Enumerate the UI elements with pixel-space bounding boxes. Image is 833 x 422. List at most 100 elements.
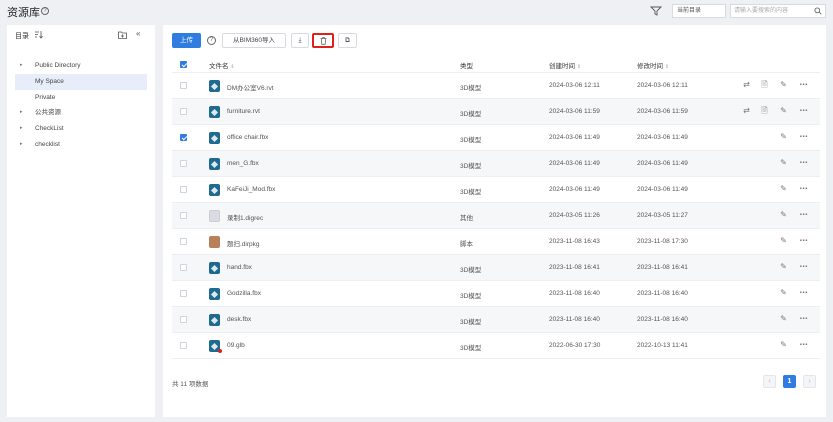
model-icon bbox=[209, 106, 220, 118]
prev-page-button[interactable]: ‹ bbox=[763, 375, 776, 388]
filter-icon[interactable] bbox=[650, 6, 662, 16]
import-bim360-button[interactable]: 从BIM360导入 bbox=[222, 33, 286, 48]
file-name[interactable]: men_G.fbx bbox=[227, 160, 259, 167]
upload-button[interactable]: 上传 bbox=[172, 33, 201, 48]
more-icon[interactable]: ⋯ bbox=[798, 105, 809, 117]
row-checkbox[interactable] bbox=[180, 342, 187, 349]
edit-icon[interactable]: ✎ bbox=[778, 131, 789, 143]
select-all-checkbox[interactable] bbox=[180, 61, 187, 68]
tree-item-checklist-upper[interactable]: ▸ CheckList bbox=[15, 121, 147, 137]
file-name[interactable]: DM办公室V6.rvt bbox=[227, 82, 274, 92]
table-row[interactable]: KaFeiJi_Mod.fbx 3D模型 2024-03-06 11:49 2024-… bbox=[172, 177, 820, 203]
table-row[interactable]: Godzilla.fbx 3D模型 2023-11-08 16:40 2023-11-… bbox=[172, 281, 820, 307]
row-checkbox[interactable] bbox=[180, 264, 187, 271]
expand-arrow-icon[interactable]: ▸ bbox=[20, 121, 23, 137]
edit-icon[interactable]: ✎ bbox=[778, 235, 789, 247]
sync-icon[interactable]: ⇄ bbox=[741, 105, 752, 117]
more-icon[interactable]: ⋯ bbox=[798, 79, 809, 91]
edit-icon[interactable]: ✎ bbox=[778, 287, 789, 299]
file-name[interactable]: furniture.rvt bbox=[227, 108, 260, 115]
row-checkbox[interactable] bbox=[180, 82, 187, 89]
table-row[interactable]: DM办公室V6.rvt 3D模型 2024-03-06 12:11 2024-03-0… bbox=[172, 73, 820, 99]
directory-tree: ▸ Public Directory My Space Private ▸ 公共… bbox=[7, 58, 155, 153]
tree-item-label: 公共资源 bbox=[35, 109, 61, 117]
more-icon[interactable]: ⋯ bbox=[798, 261, 809, 273]
more-icon[interactable]: ⋯ bbox=[798, 339, 809, 351]
edit-icon[interactable]: ✎ bbox=[778, 261, 789, 273]
edit-icon[interactable]: ✎ bbox=[778, 79, 789, 91]
file-name[interactable]: 09.glb bbox=[227, 342, 245, 349]
file-name[interactable]: KaFeiJi_Mod.fbx bbox=[227, 186, 275, 193]
modified-time: 2024-03-06 12:11 bbox=[637, 82, 688, 89]
file-name[interactable]: hand.fbx bbox=[227, 264, 252, 271]
download-button[interactable]: ⤓ bbox=[291, 33, 309, 48]
file-info-icon[interactable]: 🗎 bbox=[759, 105, 770, 117]
header-name[interactable]: 文件名 ⇕ bbox=[209, 60, 235, 70]
more-icon[interactable]: ⋯ bbox=[798, 131, 809, 143]
file-info-icon[interactable]: 🗎 bbox=[759, 79, 770, 91]
page-button-current[interactable]: 1 bbox=[783, 375, 796, 388]
sync-icon[interactable]: ⇄ bbox=[741, 79, 752, 91]
table-row[interactable]: men_G.fbx 3D模型 2024-03-06 11:49 2024-03-06 … bbox=[172, 151, 820, 177]
collapse-sidebar-icon[interactable]: « bbox=[136, 30, 144, 39]
expand-arrow-icon[interactable]: ▸ bbox=[20, 58, 23, 74]
edit-icon[interactable]: ✎ bbox=[778, 157, 789, 169]
more-icon[interactable]: ⋯ bbox=[798, 235, 809, 247]
more-icon[interactable]: ⋯ bbox=[798, 287, 809, 299]
search-icon[interactable] bbox=[814, 7, 822, 15]
expand-arrow-icon[interactable]: ▸ bbox=[20, 105, 23, 121]
file-name[interactable]: 题扫.dirpkg bbox=[227, 238, 260, 248]
help-icon[interactable]: ? bbox=[207, 36, 216, 45]
tree-item-checklist-lower[interactable]: ▸ checklist bbox=[15, 137, 147, 153]
row-actions: ✎ ⋯ bbox=[741, 339, 817, 353]
row-checkbox[interactable] bbox=[180, 108, 187, 115]
row-checkbox[interactable] bbox=[180, 160, 187, 167]
next-page-button[interactable]: › bbox=[803, 375, 816, 388]
tree-item-public-resources[interactable]: ▸ 公共资源 bbox=[15, 105, 147, 121]
table-row[interactable]: furniture.rvt 3D模型 2024-03-06 11:59 2024-03… bbox=[172, 99, 820, 125]
table-row[interactable]: 录制1.digrec 其他 2024-03-05 11:26 2024-03-05 1… bbox=[172, 203, 820, 229]
edit-icon[interactable]: ✎ bbox=[778, 105, 789, 117]
tree-item-public-directory[interactable]: ▸ Public Directory bbox=[15, 58, 147, 74]
edit-icon[interactable]: ✎ bbox=[778, 209, 789, 221]
new-folder-icon[interactable] bbox=[118, 31, 127, 39]
row-checkbox[interactable] bbox=[180, 238, 187, 245]
table-row[interactable]: desk.fbx 3D模型 2023-11-08 16:40 2023-11-08 1… bbox=[172, 307, 820, 333]
file-name[interactable]: 录制1.digrec bbox=[227, 212, 263, 222]
table-row[interactable]: 09.glb 3D模型 2022-06-30 17:30 2022-10-13 11:… bbox=[172, 333, 820, 359]
row-checkbox[interactable] bbox=[180, 290, 187, 297]
sort-icon[interactable]: ⇕ bbox=[230, 64, 234, 70]
row-checkbox[interactable] bbox=[180, 186, 187, 193]
edit-icon[interactable]: ✎ bbox=[778, 313, 789, 325]
more-icon[interactable]: ⋯ bbox=[798, 313, 809, 325]
tree-item-private[interactable]: Private bbox=[15, 90, 147, 106]
table-row[interactable]: 题扫.dirpkg 脚本 2023-11-08 16:43 2023-11-08 17… bbox=[172, 229, 820, 255]
scope-select[interactable]: 当前目录 bbox=[672, 4, 726, 18]
tree-item-my-space[interactable]: My Space bbox=[15, 73, 147, 90]
file-name[interactable]: desk.fbx bbox=[227, 316, 251, 323]
sort-icon[interactable]: ⇕ bbox=[577, 64, 581, 70]
expand-arrow-icon[interactable]: ▸ bbox=[20, 137, 23, 153]
sort-icon[interactable]: ⇕ bbox=[665, 64, 669, 70]
search-input[interactable] bbox=[731, 5, 811, 17]
more-icon[interactable]: ⋯ bbox=[798, 209, 809, 221]
file-name[interactable]: Godzilla.fbx bbox=[227, 290, 261, 297]
table-row[interactable]: hand.fbx 3D模型 2023-11-08 16:41 2023-11-08 1… bbox=[172, 255, 820, 281]
edit-icon[interactable]: ✎ bbox=[778, 183, 789, 195]
header-created[interactable]: 创建时间 ⇕ bbox=[549, 60, 581, 70]
created-time: 2023-11-08 16:43 bbox=[549, 238, 600, 245]
header-modified[interactable]: 修改时间 ⇕ bbox=[637, 60, 669, 70]
copy-button[interactable]: ⧉ bbox=[338, 33, 357, 48]
table-row[interactable]: office chair.fbx 3D模型 2024-03-06 11:49 2024… bbox=[172, 125, 820, 151]
file-name[interactable]: office chair.fbx bbox=[227, 134, 268, 141]
more-icon[interactable]: ⋯ bbox=[798, 157, 809, 169]
row-checkbox[interactable] bbox=[180, 134, 187, 141]
edit-icon[interactable]: ✎ bbox=[778, 339, 789, 351]
help-icon[interactable]: ? bbox=[41, 7, 49, 15]
row-checkbox[interactable] bbox=[180, 212, 187, 219]
file-type: 3D模型 bbox=[460, 293, 482, 300]
row-checkbox[interactable] bbox=[180, 316, 187, 323]
sort-icon[interactable] bbox=[34, 30, 43, 39]
more-icon[interactable]: ⋯ bbox=[798, 183, 809, 195]
delete-button[interactable] bbox=[312, 33, 334, 48]
